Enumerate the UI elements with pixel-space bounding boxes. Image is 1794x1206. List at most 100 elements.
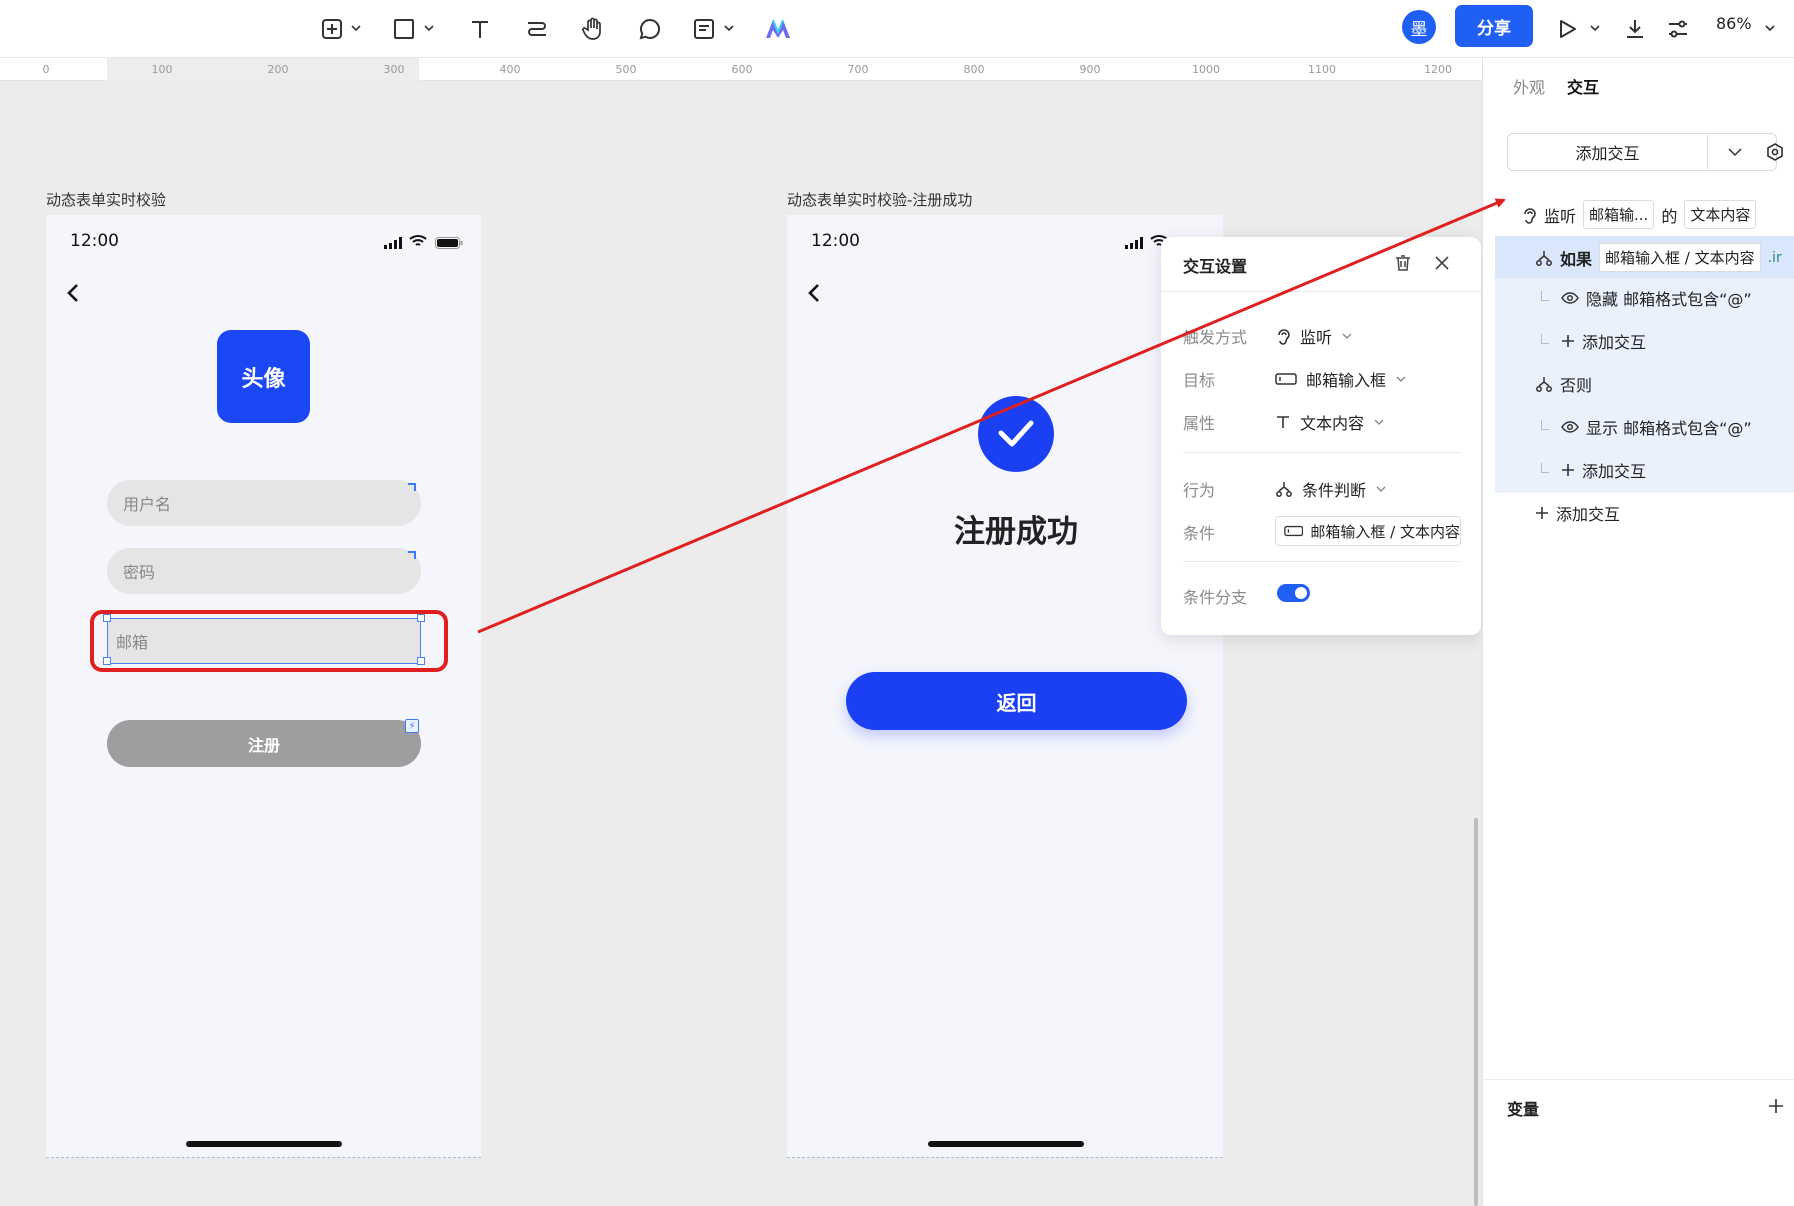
interaction-settings-popup: 交互设置 触发方式 监听 目标 邮箱输入框 属性 文本内容 行为 条件判断 条件… [1161,237,1481,635]
comment-icon[interactable] [634,13,666,45]
tree-connector [1541,420,1549,430]
add-interaction-root[interactable]: 添加交互 [1535,501,1620,525]
user-avatar[interactable]: 墨 [1402,10,1436,44]
trash-icon[interactable] [1394,254,1412,276]
trigger-value: 监听 [1300,328,1333,347]
ruler-tick: 900 [1079,63,1101,76]
chevron-down-icon[interactable] [1764,20,1776,36]
canvas-scrollbar[interactable] [1474,818,1478,1206]
if-condition-chip[interactable]: 邮箱输入框 / 文本内容 [1599,243,1761,272]
ruler-tick: 200 [267,63,289,76]
branch-icon [1536,377,1552,392]
ruler-tick: 100 [151,63,173,76]
frame-title[interactable]: 动态表单实时校验-注册成功 [787,189,972,210]
listen-target-chip[interactable]: 邮箱输... [1583,200,1655,229]
branch-toggle[interactable] [1277,584,1310,602]
branch-icon [1536,250,1552,266]
horizontal-ruler: 0 100 200 300 400 500 600 700 800 900 10… [0,58,1482,81]
chevron-down-icon[interactable] [423,20,435,36]
home-indicator [928,1141,1084,1147]
register-button[interactable]: 注册 [107,720,421,767]
annotation-highlight-box [90,610,448,672]
share-button[interactable]: 分享 [1455,5,1533,47]
add-frame-icon[interactable] [316,13,348,45]
download-icon[interactable] [1619,13,1651,45]
add-interaction-control: 添加交互 [1507,133,1777,171]
tab-appearance[interactable]: 外观 [1513,74,1545,98]
listen-row[interactable]: 监听 邮箱输... 的 文本内容 [1521,200,1757,229]
interaction-bolt-icon: ⚡ [405,719,419,733]
hand-icon[interactable] [577,13,609,45]
branch-icon [1276,482,1292,497]
target-select[interactable]: 邮箱输入框 [1275,367,1407,391]
property-value: 文本内容 [1300,414,1365,433]
plus-icon [1536,507,1548,519]
username-field[interactable]: 用户名 [107,480,421,526]
avatar-placeholder[interactable]: 头像 [217,330,310,423]
ruler-tick: 700 [847,63,869,76]
ruler-tick: 300 [383,63,405,76]
hide-action-text: 隐藏 邮箱格式包含“@” [1586,290,1752,309]
add-interaction-child-1[interactable]: 添加交互 [1561,329,1646,353]
signal-icon [384,234,404,253]
add-interaction-button[interactable]: 添加交互 [1508,134,1708,170]
tab-interaction[interactable]: 交互 [1567,74,1599,98]
tree-connector [1541,291,1549,301]
zoom-level[interactable]: 86% [1716,14,1752,33]
ear-icon [1524,207,1536,224]
success-title: 注册成功 [954,514,1078,550]
if-row[interactable]: 如果 邮箱输入框 / 文本内容 .ir [1535,243,1782,272]
field-marker-icon [408,483,416,491]
back-button[interactable]: 返回 [846,672,1187,730]
eye-icon [1561,421,1579,433]
chevron-down-icon [1376,486,1386,492]
plus-icon [1562,335,1574,347]
chevron-down-icon[interactable] [723,20,735,36]
chevron-down-icon[interactable] [1726,144,1744,164]
chevron-down-icon[interactable] [1589,20,1601,36]
frame-title[interactable]: 动态表单实时校验 [46,189,166,210]
else-label: 否则 [1560,376,1593,395]
ruler-tick: 1000 [1192,63,1220,76]
success-check-icon [978,396,1054,472]
ai-logo-icon[interactable] [762,13,794,45]
condition-label: 条件 [1183,524,1216,543]
ruler-tick: 600 [731,63,753,76]
hide-action-row[interactable]: 隐藏 邮箱格式包含“@” [1561,286,1752,310]
show-action-row[interactable]: 显示 邮箱格式包含“@” [1561,415,1752,439]
status-time: 12:00 [70,231,119,251]
connector-icon[interactable] [521,13,553,45]
chevron-down-icon [1374,419,1384,425]
ruler-tick: 1200 [1424,63,1452,76]
note-icon[interactable] [688,13,720,45]
back-chevron-icon[interactable] [66,282,80,308]
tree-connector [1541,334,1549,344]
ruler-tick: 500 [615,63,637,76]
text-icon [1277,416,1289,428]
settings-sliders-icon[interactable] [1662,13,1694,45]
back-chevron-icon[interactable] [807,282,821,308]
play-icon[interactable] [1551,13,1583,45]
action-select[interactable]: 条件判断 [1275,477,1387,501]
condition-input[interactable]: 邮箱输入框 / 文本内容 [1275,516,1461,546]
text-icon[interactable] [464,13,496,45]
password-field[interactable]: 密码 [107,548,421,594]
add-variable-icon[interactable] [1768,1098,1784,1118]
close-icon[interactable] [1434,255,1450,275]
property-select[interactable]: 文本内容 [1275,410,1385,434]
else-row[interactable]: 否则 [1535,372,1592,396]
ruler-tick: 800 [963,63,985,76]
visibility-icon[interactable] [1765,142,1785,166]
listen-of: 的 [1661,206,1678,226]
rectangle-icon[interactable] [388,13,420,45]
chevron-down-icon[interactable] [350,20,362,36]
wifi-icon [409,233,427,252]
listen-property-chip[interactable]: 文本内容 [1684,200,1757,229]
add-interaction-child-2[interactable]: 添加交互 [1561,458,1646,482]
divider [1161,291,1481,292]
trigger-label: 触发方式 [1183,328,1248,347]
trigger-select[interactable]: 监听 [1275,324,1353,348]
eye-icon [1561,292,1579,304]
home-indicator [186,1141,342,1147]
ruler-tick: 1100 [1308,63,1336,76]
